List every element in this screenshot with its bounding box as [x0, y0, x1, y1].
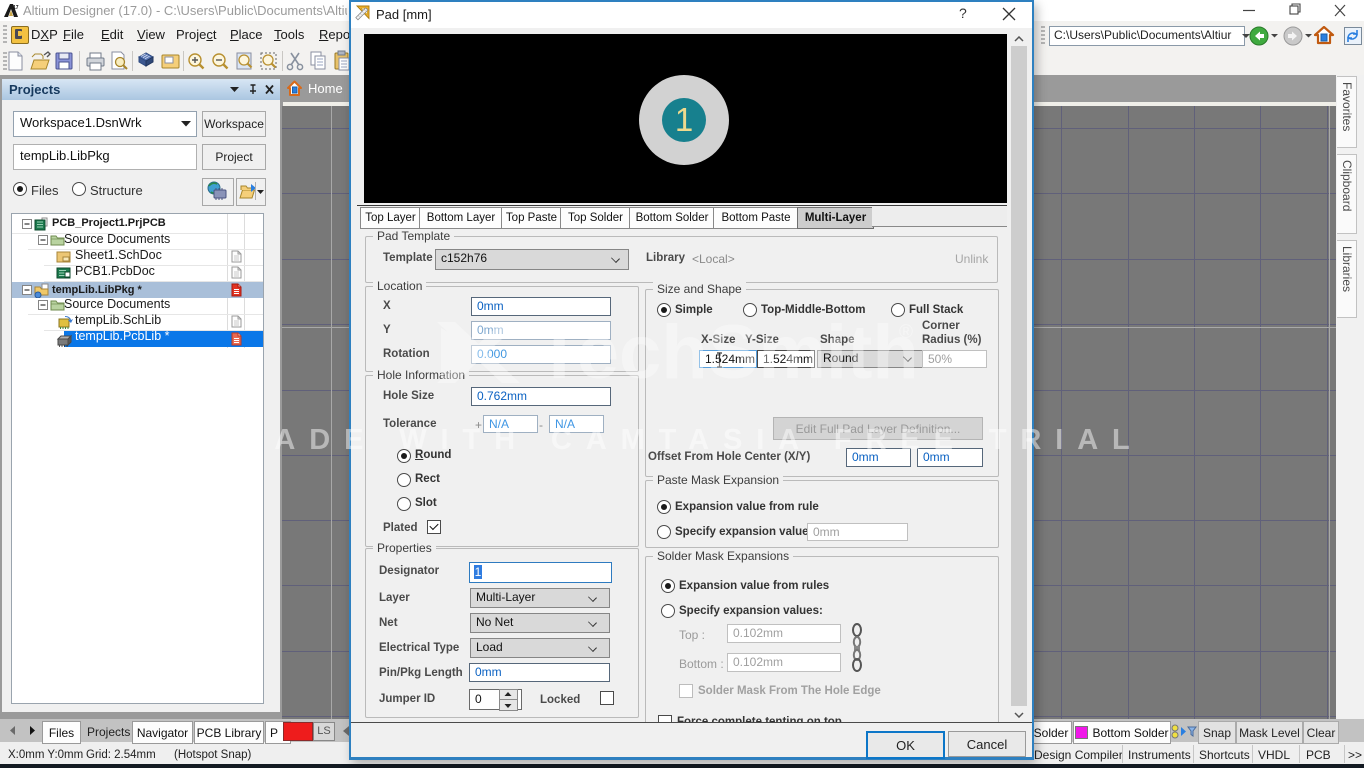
svg-text:17: 17: [13, 5, 19, 11]
